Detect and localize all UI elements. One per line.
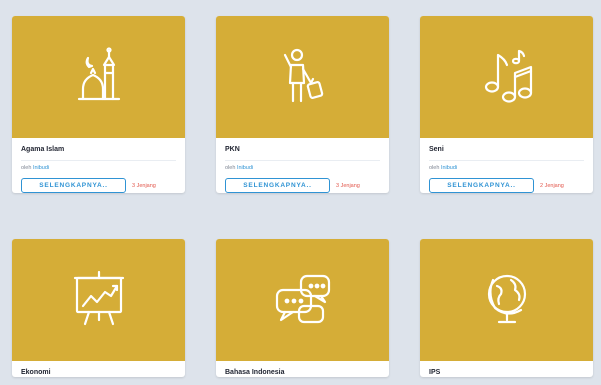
author-prefix: oleh [21,165,32,171]
globe-icon [475,266,539,335]
course-author-line: oleh Inibudi [429,165,584,172]
presentation-chart-icon [67,266,131,335]
course-card-bahasa-indonesia[interactable]: Bahasa Indonesia [216,239,389,377]
course-banner[interactable] [216,16,389,138]
author-prefix: oleh [225,165,236,171]
course-card-ips[interactable]: IPS [420,239,593,377]
level-count: 2 Jenjang [540,182,564,189]
course-card-ekonomi[interactable]: Ekonomi [12,239,185,377]
author-link[interactable]: Inibudi [237,165,253,171]
details-button[interactable]: SELENGKAPNYA.. [225,178,330,193]
level-count: 3 Jenjang [336,182,360,189]
author-link[interactable]: Inibudi [441,165,457,171]
course-grid: Agama Islam oleh Inibudi SELENGKAPNYA.. … [0,0,601,385]
course-title: Seni [429,146,444,153]
details-button[interactable]: SELENGKAPNYA.. [429,178,534,193]
course-card-seni[interactable]: Seni oleh Inibudi SELENGKAPNYA.. 2 Jenja… [420,16,593,193]
course-title: Agama Islam [21,146,65,153]
course-banner[interactable] [12,239,185,361]
chat-bubbles-icon [271,266,335,335]
course-author-line: oleh Inibudi [21,165,176,172]
author-prefix: oleh [429,165,440,171]
author-link[interactable]: Inibudi [33,165,49,171]
course-title: IPS [429,369,441,376]
course-title: Bahasa Indonesia [225,369,285,376]
divider [21,160,176,161]
level-count: 3 Jenjang [132,182,156,189]
course-title: PKN [225,146,240,153]
course-banner[interactable] [420,239,593,361]
course-banner[interactable] [12,16,185,138]
course-card-agama-islam[interactable]: Agama Islam oleh Inibudi SELENGKAPNYA.. … [12,16,185,193]
music-notes-icon [475,43,539,112]
divider [429,160,584,161]
traveler-icon [271,43,335,112]
mosque-icon [67,43,131,112]
details-button[interactable]: SELENGKAPNYA.. [21,178,126,193]
course-author-line: oleh Inibudi [225,165,380,172]
course-banner[interactable] [216,239,389,361]
course-title: Ekonomi [21,369,51,376]
course-card-pkn[interactable]: PKN oleh Inibudi SELENGKAPNYA.. 3 Jenjan… [216,16,389,193]
course-banner[interactable] [420,16,593,138]
divider [225,160,380,161]
